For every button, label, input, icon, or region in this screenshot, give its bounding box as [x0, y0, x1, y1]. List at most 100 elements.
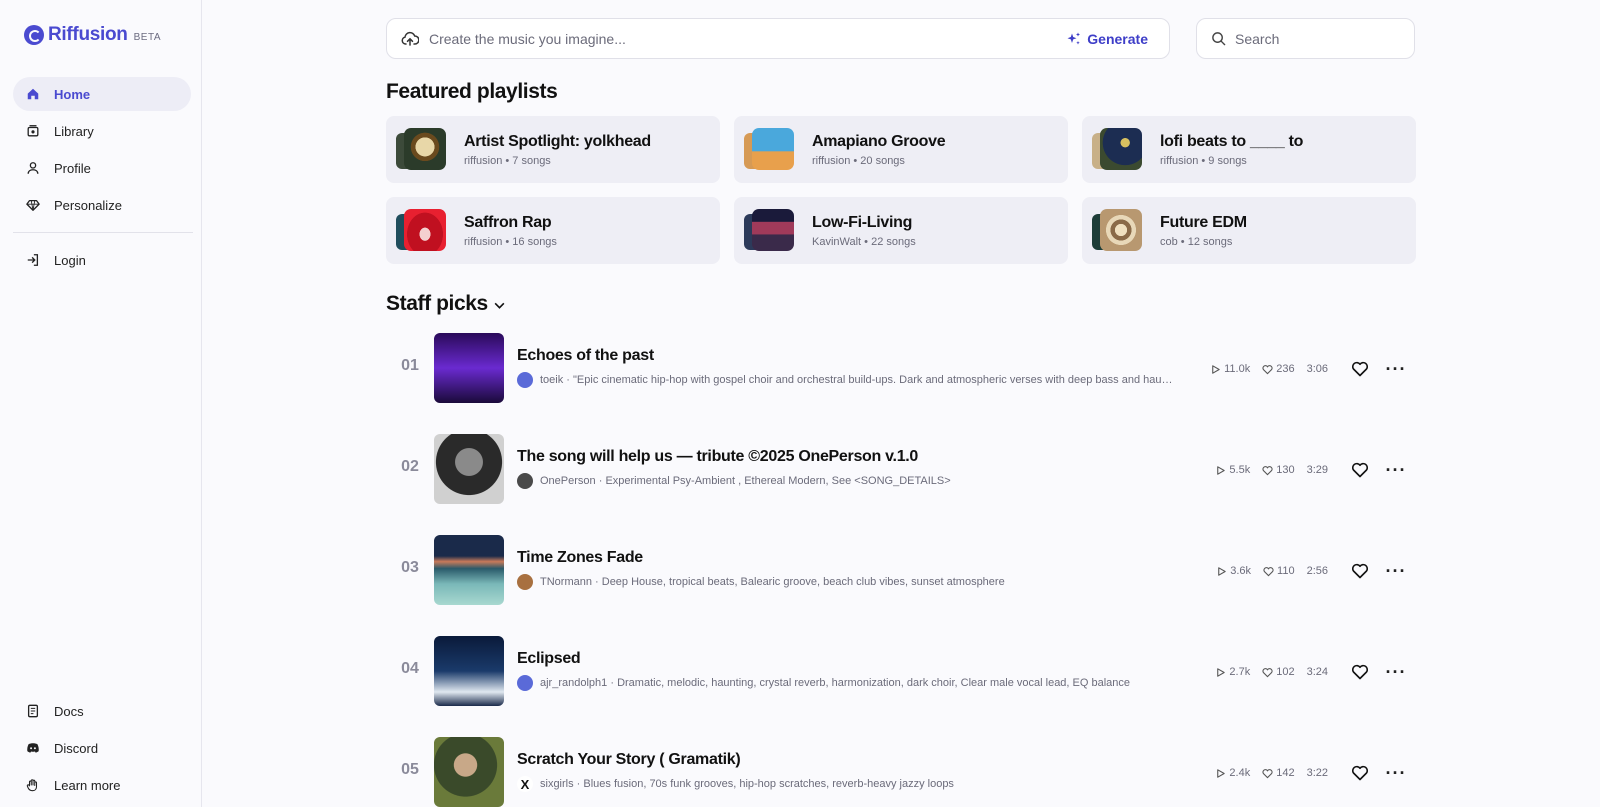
main-nav: Home Library Profile Personalize	[13, 77, 191, 225]
docs-icon	[25, 703, 41, 719]
play-icon	[1218, 566, 1226, 576]
sidebar-item-home[interactable]: Home	[13, 77, 191, 111]
playlist-meta: KavinWalt • 22 songs	[812, 235, 916, 248]
more-options-button[interactable]: ···	[1386, 662, 1406, 682]
sidebar-item-personalize[interactable]: Personalize	[13, 188, 191, 222]
sidebar-item-learn-more[interactable]: Learn more	[13, 768, 191, 802]
track-title[interactable]: Eclipsed	[517, 650, 1177, 668]
playlist-card[interactable]: Artist Spotlight: yolkhead riffusion • 7…	[386, 116, 720, 183]
track-number: 05	[401, 761, 419, 778]
x-logo-icon[interactable]: X	[517, 776, 533, 792]
playlist-card[interactable]: Future EDM cob • 12 songs	[1082, 197, 1416, 264]
track-artwork[interactable]	[434, 535, 504, 605]
track-title[interactable]: Time Zones Fade	[517, 549, 1177, 567]
playlist-cover	[396, 208, 450, 253]
track-row[interactable]: 05 Scratch Your Story ( Gramatik) X sixg…	[386, 737, 1416, 807]
separator: ·	[563, 374, 574, 386]
heart-icon	[1351, 765, 1369, 781]
heart-icon	[1351, 563, 1369, 579]
sidebar-item-label: Discord	[54, 740, 99, 756]
search-icon	[1212, 32, 1226, 46]
playlist-cover	[744, 208, 798, 253]
track-title[interactable]: The song will help us — tribute ©2025 On…	[517, 448, 1177, 466]
track-user[interactable]: ajr_randolph1	[540, 677, 607, 689]
track-number: 04	[401, 660, 419, 677]
track-user[interactable]: toeik	[540, 374, 563, 386]
like-button[interactable]	[1350, 460, 1370, 480]
playlist-card[interactable]: Amapiano Groove riffusion • 20 songs	[734, 116, 1068, 183]
avatar[interactable]	[517, 372, 533, 388]
like-button[interactable]	[1350, 662, 1370, 682]
sidebar: Riffusion BETA Home Library Profile Pers…	[0, 0, 202, 807]
playlist-meta: riffusion • 20 songs	[812, 154, 905, 167]
brand[interactable]: Riffusion BETA	[24, 24, 161, 46]
avatar[interactable]	[517, 473, 533, 489]
sidebar-item-docs[interactable]: Docs	[13, 694, 191, 728]
more-options-button[interactable]: ···	[1386, 561, 1406, 581]
playlist-title: lofi beats to ____ to	[1160, 132, 1304, 150]
playlist-card[interactable]: Saffron Rap riffusion • 16 songs	[386, 197, 720, 264]
search-input[interactable]	[1235, 30, 1395, 47]
sidebar-item-profile[interactable]: Profile	[13, 151, 191, 185]
playlist-title: Saffron Rap	[464, 213, 552, 231]
track-row[interactable]: 04 Eclipsed ajr_randolph1 · Dramatic, me…	[386, 636, 1416, 737]
heart-icon	[1262, 364, 1273, 374]
track-user[interactable]: TNormann	[540, 576, 592, 588]
track-title[interactable]: Scratch Your Story ( Gramatik)	[517, 751, 1177, 769]
playlist-cover	[1092, 208, 1146, 253]
auth-nav: Login	[13, 243, 191, 280]
like-button[interactable]	[1350, 359, 1370, 379]
separator: ·	[573, 778, 584, 790]
create-prompt-input[interactable]	[429, 30, 1068, 47]
track-user[interactable]: OnePerson	[540, 475, 596, 487]
track-artwork[interactable]	[434, 737, 504, 807]
heart-icon	[1351, 664, 1369, 680]
more-options-button[interactable]: ···	[1386, 359, 1406, 379]
separator: ·	[595, 475, 606, 487]
like-count: 130	[1262, 464, 1295, 476]
playlist-card[interactable]: lofi beats to ____ to riffusion • 9 song…	[1082, 116, 1416, 183]
sidebar-item-label: Personalize	[54, 197, 122, 213]
generate-button[interactable]: Generate	[1067, 31, 1148, 47]
track-number: 02	[401, 458, 419, 475]
play-icon	[1217, 768, 1226, 778]
playlist-title: Low-Fi-Living	[812, 213, 913, 231]
track-row[interactable]: 02 The song will help us — tribute ©2025…	[386, 434, 1416, 535]
avatar[interactable]	[517, 574, 533, 590]
track-duration: 3:29	[1306, 464, 1328, 476]
play-count: 2.7k	[1215, 666, 1250, 678]
sidebar-item-discord[interactable]: Discord	[13, 731, 191, 765]
like-count: 142	[1262, 767, 1295, 779]
track-title[interactable]: Echoes of the past	[517, 347, 1177, 365]
staff-picks-heading: Staff picks	[386, 292, 488, 315]
more-options-button[interactable]: ···	[1386, 763, 1406, 783]
like-button[interactable]	[1350, 561, 1370, 581]
hand-icon	[25, 777, 41, 793]
playlist-meta: riffusion • 9 songs	[1160, 154, 1247, 167]
track-artwork[interactable]	[434, 434, 504, 504]
track-user[interactable]: sixgirls	[540, 778, 574, 790]
track-artwork[interactable]	[434, 636, 504, 706]
track-row[interactable]: 01 Echoes of the past toeik · "Epic cine…	[386, 333, 1416, 434]
separator: ·	[591, 576, 602, 588]
track-description: Dramatic, melodic, haunting, crystal rev…	[617, 677, 1131, 689]
track-row[interactable]: 03 Time Zones Fade TNormann · Deep House…	[386, 535, 1416, 636]
cloud-upload-icon[interactable]	[401, 30, 420, 48]
sidebar-item-login[interactable]: Login	[13, 243, 191, 277]
playlist-meta: riffusion • 7 songs	[464, 154, 551, 167]
sidebar-item-label: Library	[54, 123, 94, 139]
track-description: Experimental Psy-Ambient , Ethereal Mode…	[605, 475, 951, 487]
staff-picks-dropdown[interactable]: Staff picks	[386, 292, 506, 316]
track-number: 01	[401, 357, 419, 374]
home-icon	[25, 86, 41, 102]
more-options-button[interactable]: ···	[1386, 460, 1406, 480]
track-artwork[interactable]	[434, 333, 504, 403]
avatar[interactable]	[517, 675, 533, 691]
library-icon	[25, 123, 41, 139]
playlist-title: Artist Spotlight: yolkhead	[464, 132, 651, 150]
search-bar	[1196, 18, 1415, 59]
sidebar-item-library[interactable]: Library	[13, 114, 191, 148]
like-button[interactable]	[1350, 763, 1370, 783]
playlist-card[interactable]: Low-Fi-Living KavinWalt • 22 songs	[734, 197, 1068, 264]
playlist-cover	[744, 127, 798, 172]
